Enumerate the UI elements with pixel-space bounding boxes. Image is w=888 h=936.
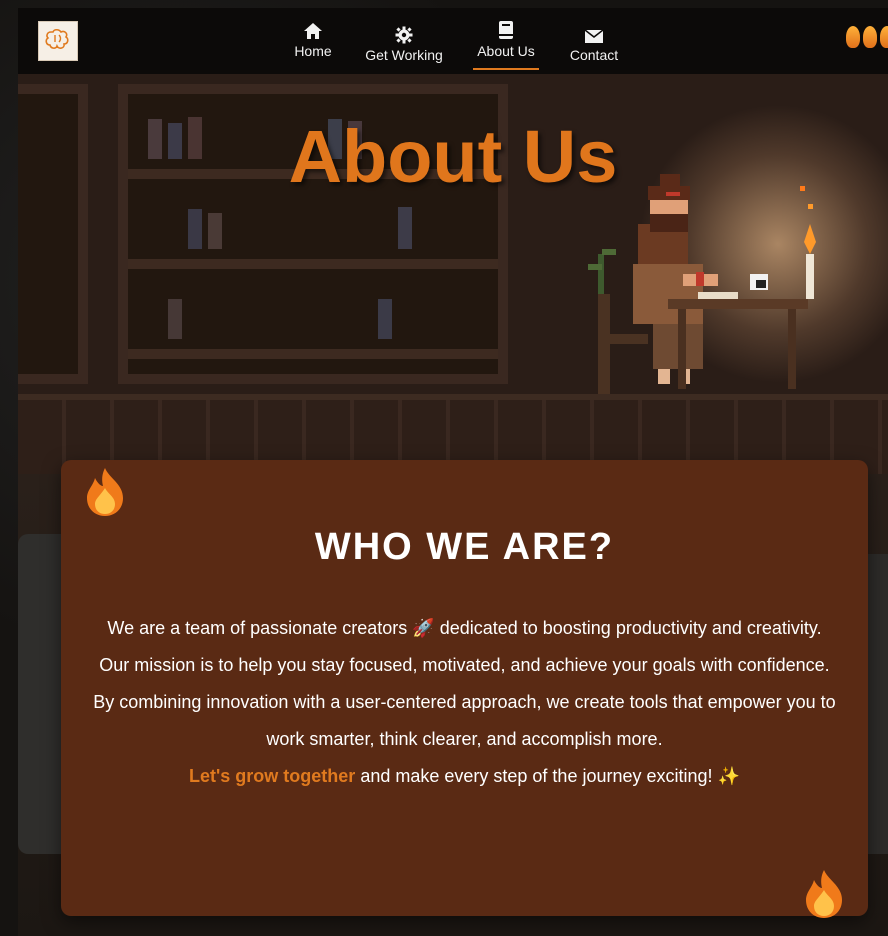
page-title: About Us	[288, 115, 618, 198]
nav-about-us[interactable]: About Us	[473, 18, 539, 70]
journey-text: and make every step of the journey excit…	[360, 766, 713, 786]
nav-contact-label: Contact	[569, 47, 619, 63]
nav-home-label: Home	[294, 43, 332, 59]
nav-home[interactable]: Home	[288, 18, 338, 70]
flame-icon-bottom	[806, 870, 842, 918]
sparkles-icon: ✨	[717, 766, 740, 786]
nav-get-working-label: Get Working	[365, 47, 443, 63]
book-icon	[498, 18, 514, 40]
navbar: Home Get Working About Us Contact	[18, 8, 888, 74]
nav-contact[interactable]: Contact	[563, 22, 625, 74]
home-icon	[303, 18, 323, 40]
logo[interactable]	[38, 21, 78, 61]
hero-banner: About Us	[18, 74, 888, 474]
nav-about-us-label: About Us	[477, 43, 535, 59]
section-title: WHO WE ARE?	[314, 526, 615, 568]
paragraph-mission: We are a team of passionate creators 🚀 d…	[91, 610, 838, 684]
mission-text-start: We are a team of passionate creators	[107, 618, 408, 638]
streak-flames-icon	[846, 26, 888, 48]
about-description: We are a team of passionate creators 🚀 d…	[91, 610, 838, 795]
envelope-icon	[584, 22, 604, 44]
who-we-are-card: WHO WE ARE? We are a team of passionate …	[61, 460, 868, 918]
about-page: Home Get Working About Us Contact About …	[18, 8, 888, 936]
nav-get-working[interactable]: Get Working	[360, 22, 448, 74]
writer-character-illustration	[588, 174, 816, 394]
rocket-icon: 🚀	[412, 618, 435, 638]
grow-together-highlight: Let's grow together	[189, 766, 356, 786]
gear-icon	[395, 22, 413, 44]
brain-logo-icon	[45, 28, 69, 49]
paragraph-call-to-action: Let's grow together and make every step …	[91, 758, 838, 795]
active-tab-indicator	[473, 68, 539, 70]
paragraph-approach: By combining innovation with a user-cent…	[93, 692, 836, 749]
flame-icon	[87, 468, 123, 516]
